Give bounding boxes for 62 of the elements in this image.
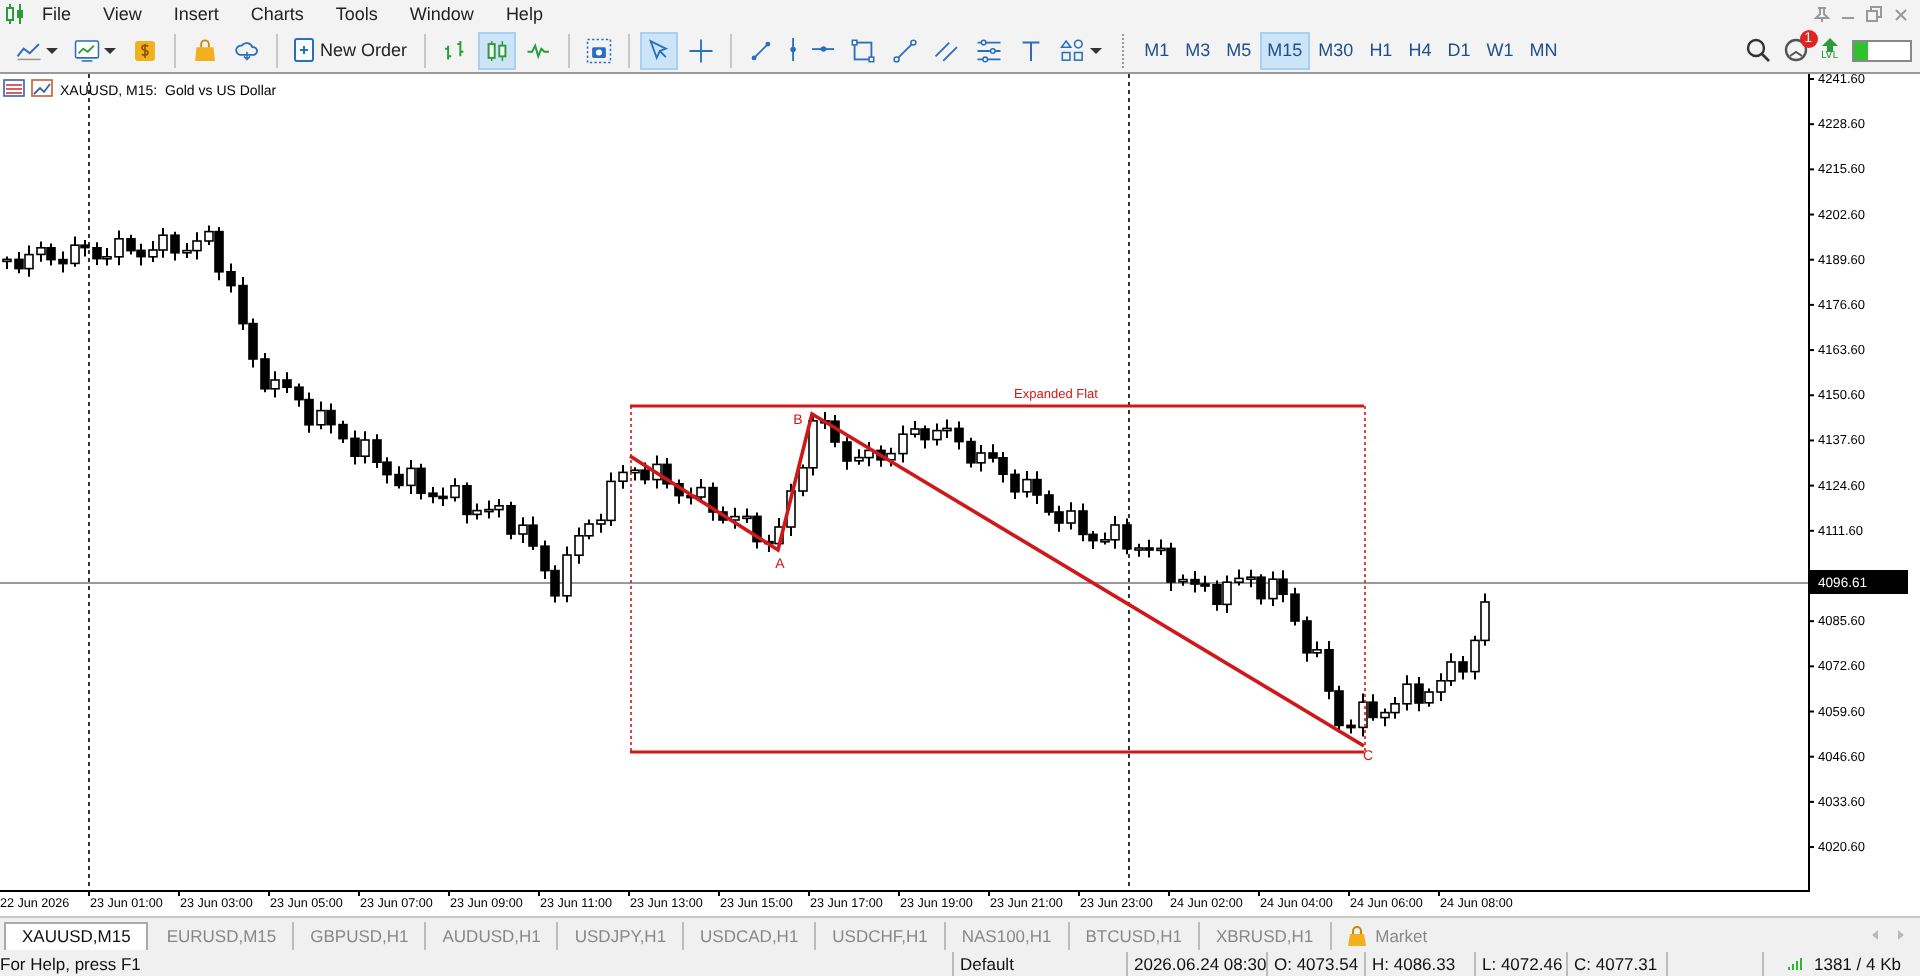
timeframe-button[interactable]: M5 [1218,31,1260,69]
timeframe-button[interactable]: M3 [1177,31,1219,69]
close-icon[interactable] [1894,7,1908,21]
new-order-icon [294,38,316,62]
timeframe-button[interactable]: M15 [1259,31,1311,69]
high-price: H: 4086.33 [1364,952,1474,976]
restore-icon[interactable] [1866,6,1882,22]
horizontal-line-icon [811,46,835,54]
timeframe-button[interactable]: H4 [1400,31,1440,69]
up-arrow-icon[interactable] [1821,38,1838,52]
menu-item[interactable]: Insert [157,4,235,24]
close-price: C: 4077.31 [1566,952,1666,976]
low-price: L: 4072.46 [1474,952,1566,976]
timeframe-button[interactable]: M1 [1136,31,1178,69]
trend-line-icon [747,37,774,63]
notification-icon[interactable] [1783,38,1808,62]
chart-tab[interactable]: XAUUSD,M15 [4,921,149,949]
traffic-text: 1381 / 4 Kb [1814,954,1901,974]
rectangle-icon [850,37,877,63]
timeframe-button[interactable]: M30 [1310,31,1362,69]
timeframe-button[interactable]: D1 [1439,31,1479,69]
channel-icon [934,37,961,63]
line-chart-icon [525,37,552,63]
list-icon[interactable] [3,79,25,97]
chart-window-icon [74,37,100,63]
pin-icon[interactable] [1814,6,1830,22]
menu-item[interactable]: View [87,4,158,24]
vertical-line-icon [789,38,796,62]
dollar-icon [132,37,158,63]
caret-icon [1090,47,1103,53]
open-price: O: 4073.54 [1266,952,1364,976]
cursor-button[interactable] [639,31,678,69]
menu-item[interactable]: File [26,4,88,24]
menu-item[interactable]: Window [393,4,490,24]
timeframe-button[interactable]: W1 [1478,31,1522,69]
new-order-button[interactable]: New Order [288,31,414,69]
help-text: For Help, press F1 [0,952,143,976]
caret-icon [46,47,58,53]
shapes-icon [1060,37,1087,63]
camera-icon [585,37,612,63]
cursor-icon [645,37,672,63]
fibonacci-icon [976,37,1003,63]
chart-icon[interactable] [31,79,53,97]
menu-item[interactable]: Help [489,4,559,24]
timeframe-button[interactable]: MN [1521,31,1566,69]
search-icon[interactable] [1745,38,1770,62]
timeframe-button[interactable]: H1 [1361,31,1401,69]
crosshair-icon [687,37,714,63]
line-icon [892,37,919,63]
text-tool-icon [1018,37,1045,63]
candlestick-button[interactable] [477,31,516,69]
profile-name: Default [952,952,1126,976]
bar-time: 2026.06.24 08:30 [1126,952,1266,976]
menu-item[interactable]: Charts [234,4,320,24]
shopping-bag-icon [1347,925,1366,945]
signal-bars-icon [1788,958,1802,970]
candlestick-icon [483,37,510,63]
menu-item[interactable]: Tools [319,4,394,24]
caret-icon [104,47,116,53]
cloud-icon [234,37,260,63]
bar-chart-icon [441,37,468,63]
shopping-bag-icon [192,37,218,63]
